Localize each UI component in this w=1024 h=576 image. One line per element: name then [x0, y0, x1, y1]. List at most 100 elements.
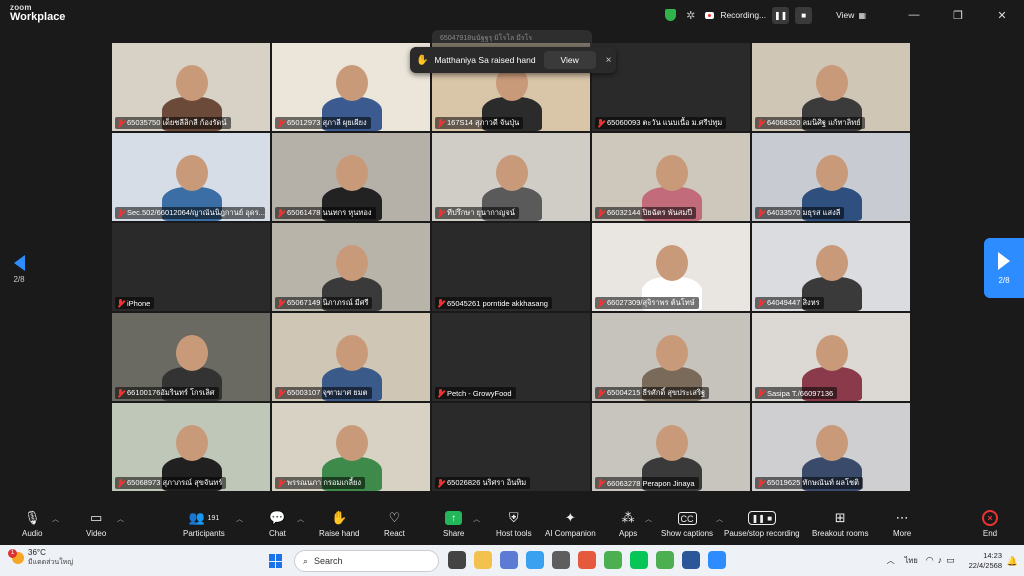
participant-tile[interactable]: 65019625 ทักษณันท์ ผลโชติ — [752, 403, 910, 491]
zoom-app-icon[interactable] — [708, 551, 726, 569]
participant-tile[interactable]: พรรณนภา กรอมเกลี้ยง — [272, 403, 430, 491]
chrome-icon[interactable] — [604, 551, 622, 569]
participant-name-tag: 65068973 สุภาภรณ์ สุขจันทร์ — [115, 477, 227, 489]
audio-button[interactable]: 🎙 Audio — [22, 509, 42, 538]
end-meeting-button[interactable]: × End — [982, 509, 998, 538]
participant-name: 64049447 สิงหร — [767, 298, 820, 307]
show-captions-button[interactable]: CC Show captions — [661, 509, 713, 538]
participant-tile[interactable]: 66100176อัมรินทร์ โกรเลิศ — [112, 313, 270, 401]
windows-start-icon[interactable] — [269, 554, 283, 568]
word-icon[interactable] — [682, 551, 700, 569]
temperature: 36°C — [28, 548, 46, 557]
network-volume-battery-icon[interactable]: ◠♪▭ — [926, 555, 959, 566]
chat-options-caret[interactable]: ︿ — [297, 514, 304, 524]
participant-tile[interactable]: 65068973 สุภาภรณ์ สุขจันทร์ — [112, 403, 270, 491]
line-icon[interactable] — [630, 551, 648, 569]
copilot-icon[interactable] — [500, 551, 518, 569]
tray-overflow-icon[interactable]: ︿ — [887, 555, 895, 566]
participant-tile[interactable]: 65067149 นิภาภรณ์ มีศรี — [272, 223, 430, 311]
participant-tile[interactable]: 66063278 Perapon Jinaya — [592, 403, 750, 491]
apps-options-caret[interactable]: ︿ — [645, 514, 652, 524]
pause-stop-recording-button[interactable]: ❚❚ ■ Pause/stop recording — [724, 509, 800, 538]
chevron-right-icon — [998, 251, 1010, 270]
video-button[interactable]: ▭ Video — [86, 509, 106, 538]
edge-icon[interactable] — [526, 551, 544, 569]
chat-button[interactable]: 💬 Chat — [269, 509, 286, 538]
ai-companion-label: AI Companion — [545, 529, 596, 538]
notification-close-icon[interactable]: × — [606, 55, 612, 66]
clock[interactable]: 14:23 22/4/2568 — [969, 551, 1002, 570]
weather-widget[interactable]: 1 36°C มีแดดส่วนใหญ่ — [8, 548, 74, 568]
app-orange-icon[interactable] — [578, 551, 596, 569]
participant-tile[interactable]: 65003107 จุฑามาศ ยมต — [272, 313, 430, 401]
store-icon[interactable] — [552, 551, 570, 569]
participant-tile[interactable]: 65026826 นริศรา อินทิม — [432, 403, 590, 491]
participant-face — [816, 245, 848, 281]
participant-tile[interactable]: 66032144 ปิยฉัตร พันสมปี — [592, 133, 750, 221]
participant-name-tag: 65012973 สุภาลี ผุยเผียง — [275, 117, 371, 129]
apps-button[interactable]: ⁂ Apps — [619, 509, 637, 538]
participants-options-caret[interactable]: ︿ — [236, 514, 243, 524]
microphone-icon: 🎙 — [23, 510, 41, 525]
view-menu-button[interactable]: View ▦ — [836, 10, 866, 20]
participant-tile[interactable]: 65012973 สุภาลี ผุยเผียง — [272, 43, 430, 131]
participant-tile[interactable]: Petch - GrowyFood — [432, 313, 590, 401]
muted-mic-icon — [757, 388, 765, 398]
participants-button[interactable]: 👥 191 Participants — [183, 509, 225, 538]
settings-gear-icon[interactable]: ✲ — [686, 9, 695, 22]
maximize-icon[interactable]: ❐ — [936, 9, 980, 22]
participant-tile[interactable]: 66027309/สุจิราพร ต้นโทษ์ — [592, 223, 750, 311]
file-explorer-icon[interactable] — [474, 551, 492, 569]
participant-name-tag: Sasipa T./66097136 — [755, 387, 838, 399]
participant-face — [336, 335, 368, 371]
share-button[interactable]: ↑ Share — [443, 509, 464, 538]
raised-hand-message: Matthaniya Sa raised hand — [434, 55, 536, 65]
audio-options-caret[interactable]: ︿ — [52, 514, 59, 524]
taskbar-search[interactable]: ⌕ Search — [294, 550, 439, 572]
apps-label: Apps — [619, 529, 638, 538]
host-tools-button[interactable]: ⛨ Host tools — [496, 509, 532, 538]
minimize-icon[interactable]: — — [892, 9, 936, 22]
ai-companion-button[interactable]: ✦ AI Companion — [545, 509, 596, 538]
participant-face — [816, 335, 848, 371]
participant-tile[interactable]: 64049447 สิงหร — [752, 223, 910, 311]
participant-tile[interactable]: 64033570 มธุรส แสงลี — [752, 133, 910, 221]
more-label: More — [893, 529, 912, 538]
pause-recording-button[interactable]: ❚❚ — [772, 6, 790, 24]
participant-tile[interactable]: 65035750 เด็ยชลีลิกลี ก้องรัดน์ — [112, 43, 270, 131]
participant-tile[interactable]: iPhone — [112, 223, 270, 311]
react-button[interactable]: ♡ React — [384, 509, 405, 538]
share-options-caret[interactable]: ︿ — [473, 514, 480, 524]
raise-hand-button[interactable]: ✋ Raise hand — [319, 509, 359, 538]
video-camera-icon: ▭ — [90, 510, 103, 525]
breakout-rooms-button[interactable]: ⊞ Breakout rooms — [812, 509, 868, 538]
video-label: Video — [86, 529, 107, 538]
close-window-icon[interactable]: ✕ — [980, 9, 1024, 22]
previous-page-button[interactable]: 2/8 — [8, 255, 30, 284]
next-page-button[interactable]: 2/8 — [984, 238, 1024, 298]
video-options-caret[interactable]: ︿ — [117, 514, 124, 524]
stop-recording-button[interactable]: ■ — [795, 6, 813, 24]
participant-tile[interactable]: 64068320 ลมนิศิฐ แก้ทาลิทย์ — [752, 43, 910, 131]
weather-description: มีแดดส่วนใหญ่ — [28, 559, 74, 566]
captions-options-caret[interactable]: ︿ — [716, 514, 723, 524]
participant-tile[interactable]: 65061478 นนทกร หุนทอง — [272, 133, 430, 221]
notification-view-button[interactable]: View — [543, 51, 596, 69]
muted-mic-icon — [277, 208, 285, 218]
task-view-icon[interactable] — [448, 551, 466, 569]
date: 22/4/2568 — [968, 560, 1002, 570]
participant-name-tag: 65004215 ธีรศักดิ์ สุขประเสริฐ — [595, 387, 710, 399]
muted-mic-icon — [757, 118, 765, 128]
participant-tile[interactable]: Sasipa T./66097136 — [752, 313, 910, 401]
participant-tile[interactable]: 65045261 porntide akkhasang — [432, 223, 590, 311]
more-button[interactable]: ⋯ More — [893, 509, 911, 538]
security-shield-icon[interactable] — [665, 9, 677, 21]
participant-tile[interactable]: Sec.502/66012064/ญาณันนิฎกานย์ อุดร... — [112, 133, 270, 221]
input-language[interactable]: ไทย — [905, 555, 918, 567]
participant-face — [336, 155, 368, 191]
notification-bell-icon[interactable]: 🔔 — [1007, 556, 1018, 567]
logo-workplace-text: Workplace — [10, 11, 66, 23]
chrome-2-icon[interactable] — [656, 551, 674, 569]
participant-tile[interactable]: ทีปรึกษา ยุนากาญจน์ — [432, 133, 590, 221]
participant-tile[interactable]: 65004215 ธีรศักดิ์ สุขประเสริฐ — [592, 313, 750, 401]
